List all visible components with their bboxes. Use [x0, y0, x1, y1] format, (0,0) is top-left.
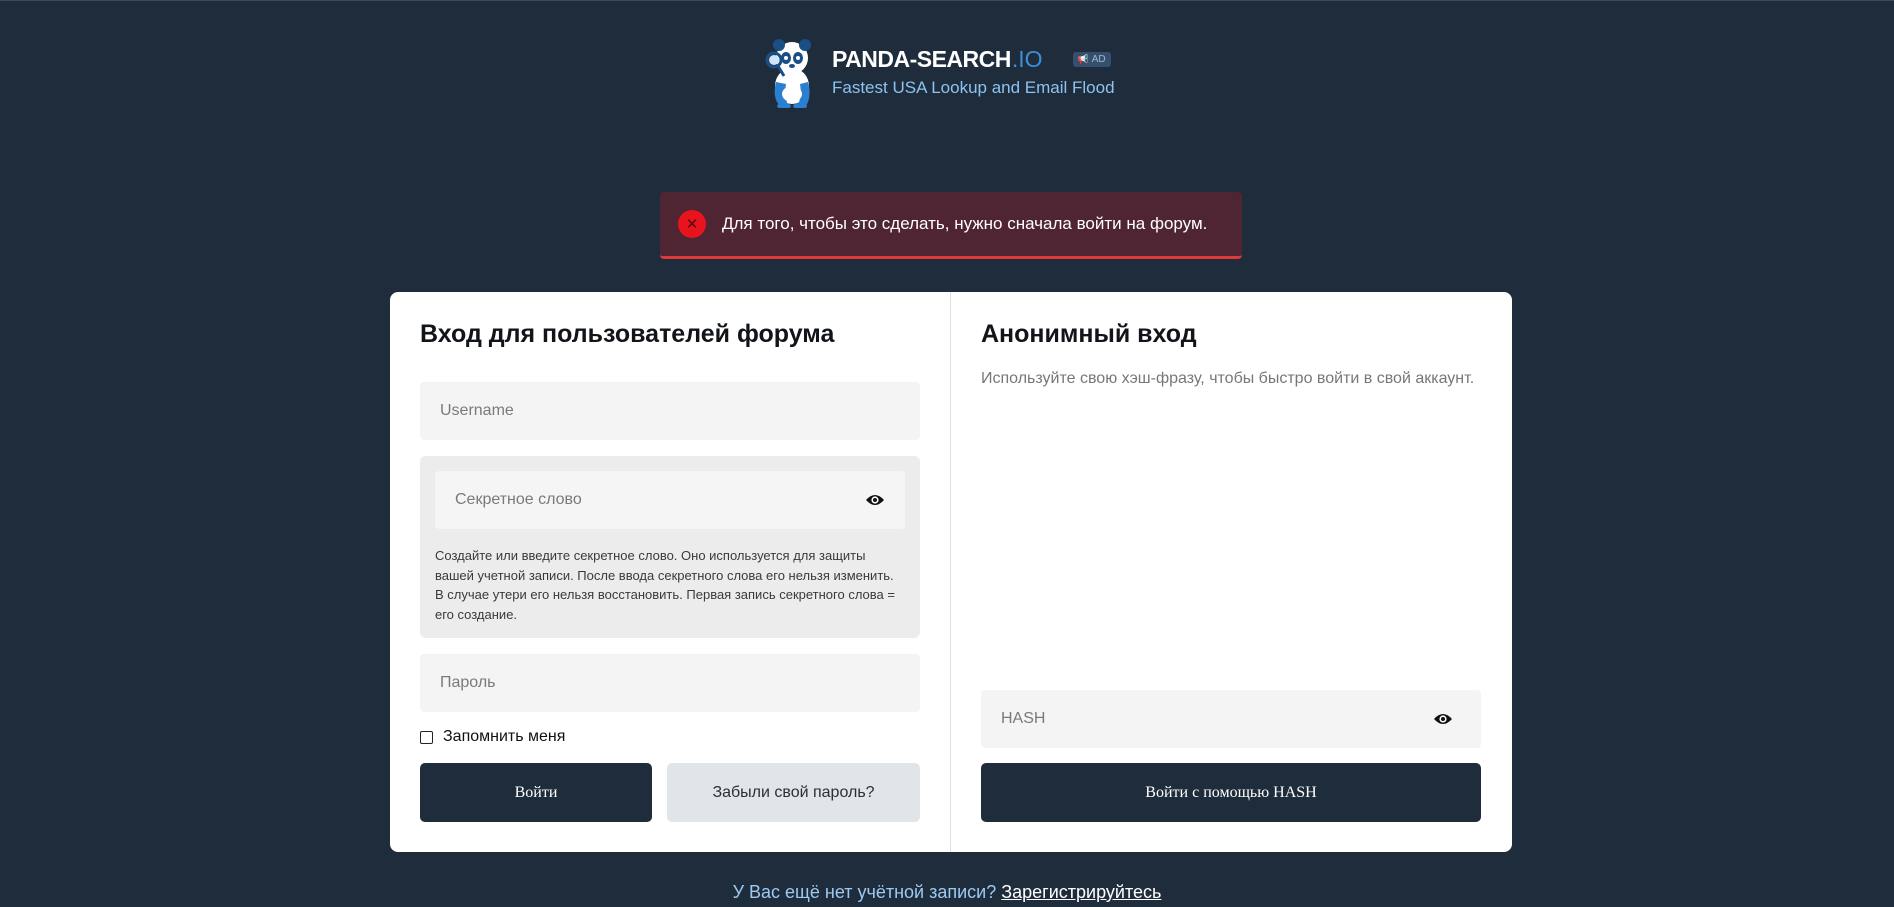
forum-login-panel: Вход для пользователей форума Создайте и… — [390, 292, 951, 852]
anonymous-login-subtitle: Используйте свою хэш-фразу, чтобы быстро… — [981, 370, 1475, 387]
error-x-icon: ✕ — [678, 210, 706, 238]
register-prompt: У Вас ещё нет учётной записи? — [732, 882, 997, 902]
panda-mascot-icon — [762, 36, 818, 109]
brand-tagline: Fastest USA Lookup and Email Flood — [832, 78, 1115, 97]
forgot-password-label: Забыли свой пароль? — [712, 783, 875, 801]
top-divider — [0, 0, 1894, 1]
password-input[interactable] — [420, 654, 920, 712]
register-link[interactable]: Зарегистрируйтесь — [1001, 882, 1161, 902]
remember-me-checkbox[interactable] — [420, 730, 433, 744]
brand-header[interactable]: PANDA-SEARCH .IO 📢 AD Fastest USA Lookup … — [762, 36, 1115, 109]
brand-text: PANDA-SEARCH .IO 📢 AD Fastest USA Lookup … — [832, 46, 1115, 98]
page: PANDA-SEARCH .IO 📢 AD Fastest USA Lookup … — [0, 0, 1894, 907]
ad-badge[interactable]: 📢 AD — [1072, 52, 1111, 67]
register-footer: У Вас ещё нет учётной записи? Зарегистри… — [0, 882, 1894, 903]
hash-login-label: Войти с помощью HASH — [1145, 783, 1317, 801]
megaphone-icon: 📢 — [1077, 54, 1089, 64]
secret-word-box: Создайте или введите секретное слово. Он… — [420, 456, 920, 638]
ad-badge-label: AD — [1091, 54, 1106, 65]
secret-word-hint: Создайте или введите секретное слово. Он… — [435, 548, 895, 622]
username-input[interactable] — [420, 382, 920, 440]
remember-me-label: Запомнить меня — [443, 728, 566, 745]
eye-icon[interactable] — [1433, 712, 1453, 726]
login-button-label: Войти — [514, 783, 558, 801]
alert-message: Для того, чтобы это сделать, нужно снача… — [722, 214, 1208, 233]
hash-login-button[interactable]: Войти с помощью HASH — [981, 763, 1481, 822]
brand-name: PANDA-SEARCH — [832, 46, 1011, 72]
forgot-password-button[interactable]: Забыли свой пароль? — [667, 763, 920, 822]
secret-word-input[interactable] — [435, 471, 905, 529]
anonymous-login-title: Анонимный вход — [981, 320, 1197, 348]
anonymous-login-panel: Анонимный вход Используйте свою хэш-фраз… — [951, 292, 1512, 852]
remember-me-row[interactable]: Запомнить меня — [420, 728, 565, 746]
eye-icon[interactable] — [865, 493, 885, 507]
brand-row: PANDA-SEARCH .IO 📢 AD — [832, 46, 1115, 73]
login-card: Вход для пользователей форума Создайте и… — [390, 292, 1512, 852]
forum-login-title: Вход для пользователей форума — [420, 320, 835, 348]
login-button[interactable]: Войти — [420, 763, 652, 822]
error-alert: ✕ Для того, чтобы это сделать, нужно сна… — [660, 192, 1242, 259]
brand-tld: .IO — [1011, 46, 1043, 72]
hash-input[interactable] — [981, 690, 1481, 748]
